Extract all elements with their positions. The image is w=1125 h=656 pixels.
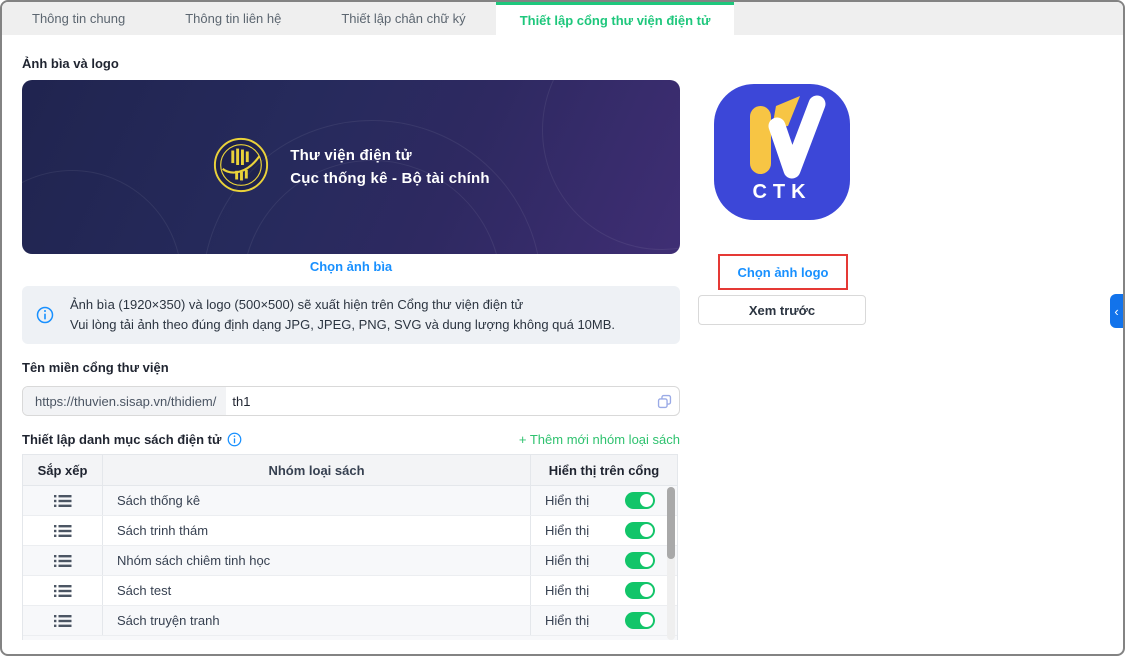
info-line-2: Vui lòng tải ảnh theo đúng định dạng JPG… (70, 317, 616, 332)
portal-logo-preview: CTK (714, 84, 850, 220)
tab-library-portal-setup[interactable]: Thiết lập cổng thư viện điện tử (495, 2, 735, 35)
drag-handle-icon[interactable] (53, 554, 72, 568)
table-header: Sắp xếp Nhóm loại sách Hiển thị trên cổn… (23, 455, 677, 486)
table-row: Sách truyện tranh Hiển thị (23, 606, 677, 636)
table-scrollbar-thumb[interactable] (667, 487, 675, 559)
settings-window: Thông tin chung Thông tin liên hệ Thiết … (0, 0, 1125, 656)
drag-handle-icon[interactable] (53, 584, 72, 598)
choose-cover-link[interactable]: Chọn ảnh bìa (22, 259, 680, 274)
choose-logo-highlight-box: Chọn ảnh logo (718, 254, 848, 290)
visible-label: Hiển thị (545, 493, 590, 508)
visibility-toggle[interactable] (625, 492, 655, 509)
table-row: Sách trinh thám Hiển thị (23, 516, 677, 546)
catalog-info-icon (227, 432, 242, 447)
column-book-group: Nhóm loại sách (103, 455, 531, 485)
book-group-name: Sách test (103, 576, 531, 605)
info-line-1: Ảnh bìa (1920×350) và logo (500×500) sẽ … (70, 297, 524, 312)
cover-image-preview: Thư viện điện tử Cục thống kê - Bộ tài c… (22, 80, 680, 254)
collapse-panel-handle[interactable]: ‹ (1110, 294, 1123, 328)
table-row: Sách test Hiển thị (23, 576, 677, 606)
table-row: Sách thống kê Hiển thị (23, 486, 677, 516)
choose-logo-link[interactable]: Chọn ảnh logo (738, 265, 829, 280)
add-book-group-link[interactable]: + Thêm mới nhóm loại sách (519, 432, 680, 447)
book-group-table: Sắp xếp Nhóm loại sách Hiển thị trên cổn… (22, 454, 678, 640)
visible-label: Hiển thị (545, 553, 590, 568)
visibility-toggle[interactable] (625, 582, 655, 599)
logo-letters: CTK (752, 181, 812, 203)
drag-handle-icon[interactable] (53, 524, 72, 538)
statistics-office-emblem-icon (212, 136, 270, 199)
drag-handle-icon[interactable] (53, 494, 72, 508)
cover-logo-section-title: Ảnh bìa và logo (22, 56, 119, 71)
domain-label: Tên miền cổng thư viện (22, 360, 169, 375)
copy-icon[interactable] (649, 393, 679, 410)
drag-handle-icon[interactable] (53, 614, 72, 628)
domain-value[interactable]: th1 (226, 394, 649, 409)
tab-general-info[interactable]: Thông tin chung (2, 2, 155, 35)
upload-info-box: Ảnh bìa (1920×350) và logo (500×500) sẽ … (22, 286, 680, 344)
catalog-section-title: Thiết lập danh mục sách điện tử (22, 432, 222, 447)
visibility-toggle[interactable] (625, 552, 655, 569)
ctk-logo-mark-icon (750, 95, 826, 179)
visible-label: Hiển thị (545, 613, 590, 628)
table-row-partial (23, 636, 677, 640)
column-sort: Sắp xếp (23, 455, 103, 485)
tab-contact-info[interactable]: Thông tin liên hệ (155, 2, 311, 35)
visibility-toggle[interactable] (625, 612, 655, 629)
book-group-name: Sách trinh thám (103, 516, 531, 545)
book-group-name: Nhóm sách chiêm tinh học (103, 546, 531, 575)
book-group-name: Sách truyện tranh (103, 606, 531, 635)
preview-button[interactable]: Xem trước (698, 295, 866, 325)
tab-bar: Thông tin chung Thông tin liên hệ Thiết … (2, 2, 1123, 35)
table-row: Nhóm sách chiêm tinh học Hiển thị (23, 546, 677, 576)
domain-url-prefix: https://thuvien.sisap.vn/thidiem/ (23, 387, 227, 415)
visible-label: Hiển thị (545, 523, 590, 538)
banner-title: Thư viện điện tử (290, 147, 412, 164)
banner-subtitle: Cục thống kê - Bộ tài chính (290, 170, 490, 187)
book-group-name: Sách thống kê (103, 486, 531, 515)
chevron-left-icon: ‹ (1114, 303, 1119, 319)
tab-signature-setup[interactable]: Thiết lập chân chữ ký (311, 2, 495, 35)
info-icon (36, 306, 54, 324)
domain-input[interactable]: https://thuvien.sisap.vn/thidiem/ th1 (22, 386, 680, 416)
column-show-on-portal: Hiển thị trên cổng (548, 462, 660, 478)
visibility-toggle[interactable] (625, 522, 655, 539)
visible-label: Hiển thị (545, 583, 590, 598)
